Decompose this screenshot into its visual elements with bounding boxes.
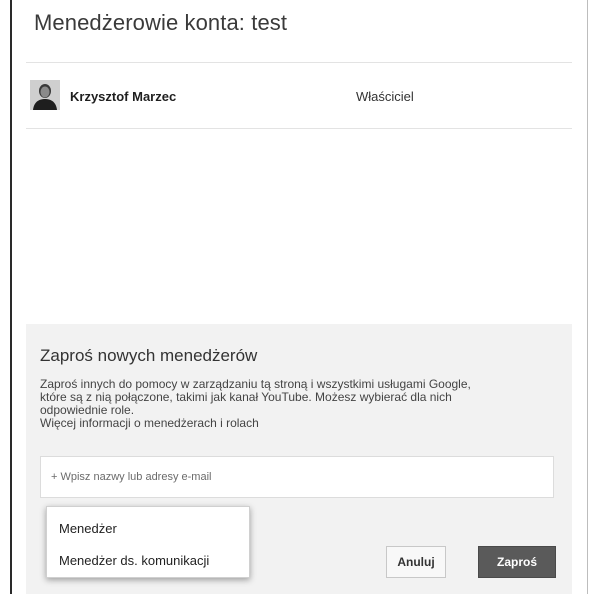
manager-dialog: Menedżerowie konta: test Krzysztof Marze…: [0, 0, 596, 594]
manager-row: Krzysztof Marzec Właściciel: [26, 64, 572, 128]
role-option-communications-manager[interactable]: Menedżer ds. komunikacji: [59, 553, 209, 568]
invite-button[interactable]: Zaproś: [478, 546, 556, 578]
manager-role: Właściciel: [356, 89, 414, 104]
window-edge-right: [587, 0, 588, 594]
more-info-link[interactable]: Więcej informacji o menedżerach i rolach: [40, 417, 560, 430]
invite-panel: Zaproś nowych menedżerów Zaproś innych d…: [26, 324, 572, 594]
cancel-button[interactable]: Anuluj: [386, 546, 446, 578]
window-edge: [10, 0, 12, 594]
role-option-manager[interactable]: Menedżer: [59, 521, 117, 536]
avatar: [30, 80, 60, 110]
manager-name: Krzysztof Marzec: [70, 89, 177, 104]
role-dropdown-menu: Menedżer Menedżer ds. komunikacji: [46, 506, 250, 578]
invite-title: Zaproś nowych menedżerów: [40, 346, 258, 365]
invite-description: Zaproś innych do pomocy w zarządzaniu tą…: [40, 378, 560, 430]
email-input[interactable]: [41, 457, 553, 497]
divider: [26, 62, 572, 63]
email-field-wrapper: [40, 456, 554, 498]
divider: [26, 128, 572, 129]
page-title: Menedżerowie konta: test: [34, 10, 288, 35]
person-avatar-icon: [30, 80, 60, 110]
